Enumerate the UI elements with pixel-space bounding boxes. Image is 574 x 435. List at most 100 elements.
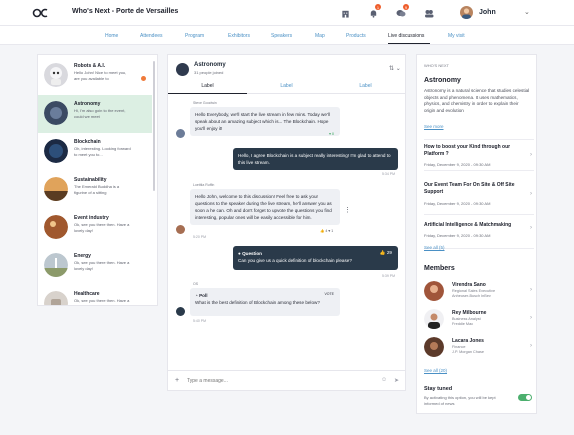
member-avatar	[424, 281, 444, 301]
chevron-right-icon: ›	[530, 152, 532, 158]
topic-title: Astronomy	[424, 77, 461, 84]
member-name: Lacara Jones	[452, 338, 484, 344]
section-label: WHO'S NEXT	[424, 63, 449, 68]
add-attachment-icon[interactable]: +	[175, 377, 179, 384]
user-name[interactable]: John	[479, 9, 496, 16]
stay-tuned-toggle[interactable]	[518, 394, 532, 401]
room-avatar	[176, 63, 189, 76]
upvote-button[interactable]: 👍 29	[380, 249, 392, 256]
room-title: Astronomy	[74, 101, 101, 107]
chevron-right-icon: ›	[530, 191, 532, 197]
nav-exhibitors[interactable]: Exhibitors	[228, 33, 250, 39]
chevron-right-icon: ›	[530, 343, 532, 349]
room-item-healthcare[interactable]: Healthcare Ok, see you there then. Have …	[38, 285, 152, 305]
blockchain-avatar	[44, 139, 68, 163]
send-icon[interactable]: ➤	[394, 377, 399, 384]
unread-dot	[141, 76, 146, 81]
message-author: Steve Goodwin	[193, 101, 217, 105]
nav-products[interactable]: Products	[346, 33, 366, 39]
message-time: 5:39 PM	[382, 274, 396, 278]
room-last-message: Hi, I'm also goin to the event, could we…	[74, 108, 126, 119]
room-title: Energy	[74, 253, 91, 259]
vote-button[interactable]: VOTE	[324, 291, 334, 298]
room-last-message: Ok, see you there then. Have a lovely da…	[74, 222, 130, 233]
session-item[interactable]: How to boost your Kind through our Platf…	[424, 139, 534, 171]
room-list: Robots & A.I. Hello John! Nice to meet y…	[37, 54, 158, 306]
main-nav: Home Attendees Program Exhibitors Speake…	[0, 26, 574, 45]
reaction-count[interactable]: 👍 4 ♥ 1	[320, 229, 333, 233]
nav-live-discussions[interactable]: Live discussions	[388, 33, 424, 39]
logo-icon[interactable]	[32, 8, 48, 18]
room-title: Healthcare	[74, 291, 100, 297]
member-name: Rey Milbourne	[452, 310, 487, 316]
nav-speakers[interactable]: Speakers	[271, 33, 292, 39]
member-name: Virendra Sano	[452, 282, 486, 288]
message-author: OS	[193, 282, 199, 286]
user-avatar[interactable]	[460, 6, 473, 19]
nav-attendees[interactable]: Attendees	[140, 33, 163, 39]
member-item[interactable]: Rey Milbourne Business Analyst Freddie M…	[424, 309, 534, 333]
emoji-icon[interactable]: ☺	[381, 377, 387, 383]
scrollbar[interactable]	[153, 61, 155, 191]
bell-icon[interactable]: 1	[366, 4, 381, 20]
reaction-count[interactable]: ♥ 8	[329, 132, 334, 136]
active-tab-indicator	[168, 93, 247, 94]
astronomy-avatar	[44, 101, 68, 125]
question-bubble: ● Question 👍 29 Can you give us a quick …	[233, 246, 398, 270]
tab-label-3[interactable]: Label	[326, 83, 405, 89]
author-avatar	[176, 129, 185, 138]
room-title: Blockchain	[74, 139, 101, 145]
member-avatar	[424, 337, 444, 357]
message-author: Loetitia Ruffin	[193, 183, 215, 187]
chevron-right-icon: ›	[530, 287, 532, 293]
nav-program[interactable]: Program	[185, 33, 204, 39]
message-input[interactable]	[187, 376, 367, 386]
member-item[interactable]: Lacara Jones Finance J.P. Morgan Chase ›	[424, 337, 534, 361]
member-item[interactable]: Virendra Sano Regional Sales Executive A…	[424, 281, 534, 305]
chat-panel: Astronomy 31 people joined ⇅ ⌄ Label Lab…	[167, 54, 406, 391]
see-all-sessions-link[interactable]: See all (5)	[424, 245, 445, 250]
member-avatar	[424, 309, 444, 329]
more-options-icon[interactable]: ⋮	[344, 206, 351, 214]
chat-tabs: Label Label Label	[168, 80, 405, 94]
energy-avatar	[44, 253, 68, 277]
message-time: 5:34 PM	[382, 172, 396, 176]
sustainability-avatar	[44, 177, 68, 201]
session-title: Our Event Team For On Site & Off Site Su…	[424, 182, 515, 195]
nav-my-visit[interactable]: My visit	[448, 33, 465, 39]
poll-bubble: ◔ Poll VOTE What is the best definition …	[190, 288, 340, 316]
room-item-event-industry[interactable]: Event industry Ok, see you there then. H…	[38, 209, 152, 247]
toggle-knob	[526, 395, 531, 400]
room-last-message: Ok, see you there then. Have a lovely da…	[74, 260, 130, 271]
chat-icon[interactable]: 9	[394, 4, 409, 20]
chevron-right-icon: ›	[530, 225, 532, 231]
room-item-energy[interactable]: Energy Ok, see you there then. Have a lo…	[38, 247, 152, 285]
poll-question: What is the best definition of Blockchai…	[195, 300, 320, 305]
message-time: 5:20 PM	[193, 235, 207, 239]
session-item[interactable]: Our Event Team For On Site & Off Site Su…	[424, 179, 534, 215]
chevron-down-icon[interactable]: ⌄	[524, 8, 530, 16]
room-item-robots[interactable]: Robots & A.I. Hello John! Nice to meet y…	[38, 57, 152, 95]
nav-home[interactable]: Home	[105, 33, 118, 39]
author-avatar	[176, 225, 185, 234]
room-item-astronomy[interactable]: Astronomy Hi, I'm also goin to the event…	[38, 95, 152, 133]
nav-map[interactable]: Map	[315, 33, 325, 39]
members-title: Members	[424, 265, 455, 272]
session-date: Friday, December 9, 2020 - 09:30 AM	[424, 201, 491, 206]
notification-badge: 1	[375, 4, 381, 10]
room-item-sustainability[interactable]: Sustainability The Emerald Buddha is a f…	[38, 171, 152, 209]
message-time: 5:40 PM	[193, 319, 207, 323]
session-title: Artificial Intelligence & Matchmaking	[424, 222, 512, 228]
see-more-link[interactable]: See more	[424, 124, 444, 129]
room-item-blockchain[interactable]: Blockchain Oh, interesting. Looking forw…	[38, 133, 152, 171]
topic-description: Astronomy is a natural science that stud…	[424, 88, 530, 113]
see-all-members-link[interactable]: See all (20)	[424, 368, 447, 373]
question-text: Can you give us a quick definition of bl…	[238, 258, 352, 263]
home-building-icon[interactable]	[338, 6, 352, 20]
sort-icon[interactable]: ⇅ ⌄	[389, 65, 401, 72]
contacts-icon[interactable]	[422, 6, 436, 20]
stay-tuned-title: Stay tuned	[424, 386, 453, 392]
tab-label-2[interactable]: Label	[247, 83, 326, 89]
tab-label-1[interactable]: Label	[168, 83, 247, 89]
room-last-message: The Emerald Buddha is a figurine of a si…	[74, 184, 120, 195]
